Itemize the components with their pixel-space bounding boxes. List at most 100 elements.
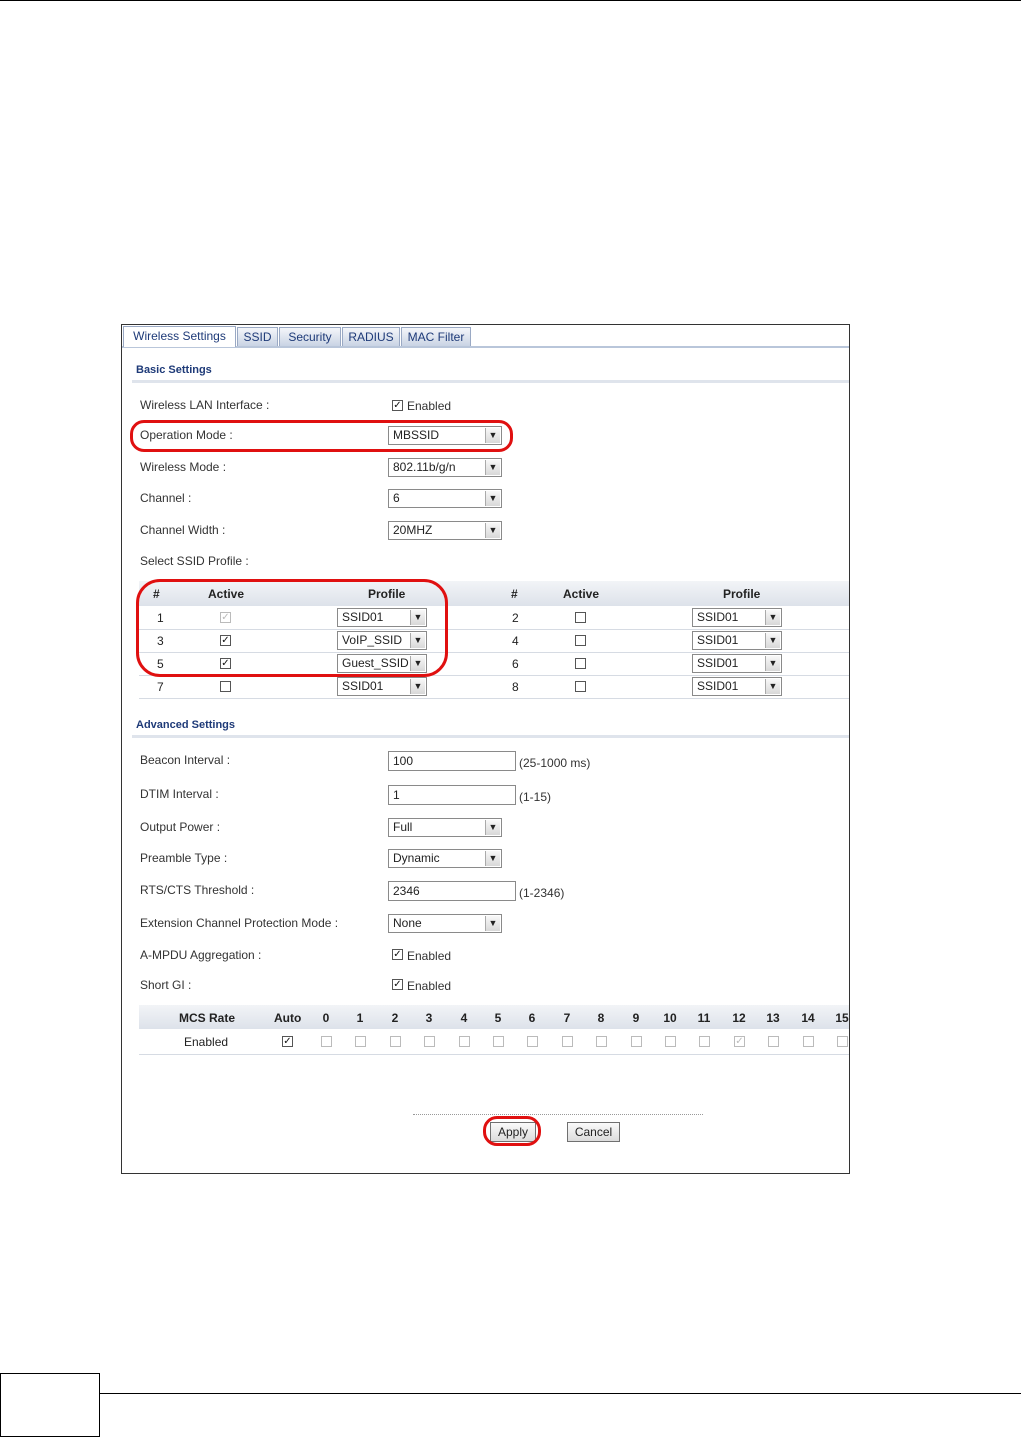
advanced-settings-title: Advanced Settings	[136, 719, 236, 731]
profile-value: SSID01	[697, 656, 739, 670]
mcs-col-header: 0	[322, 1011, 330, 1025]
mcs-col-checkbox[interactable]	[493, 1036, 504, 1047]
ampdu-label: A-MPDU Aggregation :	[140, 948, 262, 962]
mcs-col-header: 1	[356, 1011, 364, 1025]
channel-width-select[interactable]: 20MHZ ▼	[388, 521, 502, 540]
profile-select[interactable]: SSID01 ▼	[692, 654, 782, 673]
cancel-button[interactable]: Cancel	[567, 1122, 620, 1142]
mcs-col-checkbox[interactable]	[596, 1036, 607, 1047]
mcs-rate-header: MCS Rate	[179, 1011, 236, 1025]
wireless-mode-label: Wireless Mode :	[140, 460, 227, 474]
dtim-interval-label: DTIM Interval :	[140, 787, 219, 801]
mcs-col-header: 6	[528, 1011, 536, 1025]
apply-highlight	[483, 1116, 541, 1146]
preamble-type-value: Dynamic	[393, 851, 440, 865]
chevron-down-icon: ▼	[485, 851, 500, 866]
tab-wireless-settings[interactable]: Wireless Settings	[123, 326, 236, 347]
row-num: 8	[512, 680, 519, 694]
profile-select[interactable]: SSID01 ▼	[692, 608, 782, 627]
mcs-col-checkbox[interactable]	[562, 1036, 573, 1047]
beacon-interval-input[interactable]: 100	[388, 751, 516, 771]
active-checkbox[interactable]	[575, 635, 586, 646]
mcs-col-header: 5	[494, 1011, 502, 1025]
mcs-col-header: 10	[663, 1011, 677, 1025]
footer-rule	[100, 1393, 1021, 1394]
col-profile-right: Profile	[723, 587, 761, 601]
chevron-down-icon: ▼	[485, 820, 500, 835]
wlan-enabled-label: Enabled	[407, 399, 452, 413]
output-power-label: Output Power :	[140, 820, 221, 834]
preamble-type-label: Preamble Type :	[140, 851, 228, 865]
tab-security[interactable]: Security	[279, 327, 341, 346]
profile-value: SSID01	[697, 679, 739, 693]
mcs-col-checkbox[interactable]	[837, 1036, 848, 1047]
output-power-value: Full	[393, 820, 413, 834]
table-row: 7 SSID01 ▼ 8 SSID01 ▼	[139, 676, 849, 699]
wlan-enabled-checkbox[interactable]: ✓	[392, 400, 403, 411]
chevron-down-icon: ▼	[765, 656, 780, 671]
active-checkbox[interactable]	[575, 681, 586, 692]
mcs-col-checkbox[interactable]	[527, 1036, 538, 1047]
chevron-down-icon: ▼	[765, 633, 780, 648]
advanced-settings-divider	[132, 735, 849, 738]
ext-channel-protection-select[interactable]: None ▼	[388, 914, 502, 933]
channel-width-label: Channel Width :	[140, 523, 226, 537]
mcs-col-checkbox[interactable]	[321, 1036, 332, 1047]
ssid-profile-highlight	[136, 579, 448, 677]
row-num: 4	[512, 634, 519, 648]
mcs-col-checkbox[interactable]	[803, 1036, 814, 1047]
active-checkbox[interactable]	[575, 658, 586, 669]
ampdu-enabled-checkbox[interactable]: ✓	[392, 949, 403, 960]
mcs-col-checkbox[interactable]	[459, 1036, 470, 1047]
mcs-col-header: 7	[563, 1011, 571, 1025]
short-gi-enabled-label: Enabled	[407, 979, 452, 993]
mcs-col-header: 12	[732, 1011, 746, 1025]
mcs-col-checkbox[interactable]	[631, 1036, 642, 1047]
mcs-col-header: 8	[597, 1011, 605, 1025]
ext-channel-protection-value: None	[393, 916, 422, 930]
col-active-right: Active	[563, 587, 600, 601]
channel-value: 6	[393, 491, 400, 505]
mcs-col-checkbox[interactable]	[424, 1036, 435, 1047]
wireless-mode-select[interactable]: 802.11b/g/n ▼	[388, 458, 502, 477]
tab-mac-filter[interactable]: MAC Filter	[401, 327, 471, 346]
output-power-select[interactable]: Full ▼	[388, 818, 502, 837]
mcs-enabled-row: Enabled ✓ ✓	[139, 1030, 849, 1055]
mcs-auto-checkbox[interactable]: ✓	[282, 1036, 293, 1047]
profile-select[interactable]: SSID01 ▼	[692, 631, 782, 650]
chevron-down-icon: ▼	[485, 460, 500, 475]
mcs-col-checkbox[interactable]	[390, 1036, 401, 1047]
page-top-rule	[0, 0, 1021, 1]
mcs-col-checkbox[interactable]: ✓	[734, 1036, 745, 1047]
tab-radius[interactable]: RADIUS	[342, 327, 400, 346]
chevron-down-icon: ▼	[485, 491, 500, 506]
chevron-down-icon: ▼	[485, 523, 500, 538]
channel-label: Channel :	[140, 491, 192, 505]
tab-ssid[interactable]: SSID	[237, 327, 278, 346]
mcs-col-checkbox[interactable]	[665, 1036, 676, 1047]
mcs-col-checkbox[interactable]	[699, 1036, 710, 1047]
short-gi-enabled-checkbox[interactable]: ✓	[392, 979, 403, 990]
rts-cts-label: RTS/CTS Threshold :	[140, 883, 255, 897]
profile-select[interactable]: SSID01 ▼	[337, 677, 427, 696]
mcs-col-checkbox[interactable]	[355, 1036, 366, 1047]
channel-select[interactable]: 6 ▼	[388, 489, 502, 508]
mcs-col-header: 13	[766, 1011, 780, 1025]
preamble-type-select[interactable]: Dynamic ▼	[388, 849, 502, 868]
wlan-interface-label: Wireless LAN Interface :	[140, 398, 270, 412]
active-checkbox[interactable]	[220, 681, 231, 692]
page-number-box	[0, 1373, 100, 1437]
chevron-down-icon: ▼	[765, 610, 780, 625]
mcs-col-header: 9	[632, 1011, 640, 1025]
rts-cts-input[interactable]: 2346	[388, 881, 516, 901]
profile-value: SSID01	[342, 679, 384, 693]
button-divider	[413, 1114, 703, 1115]
tab-bar: Wireless Settings SSID Security RADIUS M…	[122, 325, 849, 348]
mcs-col-checkbox[interactable]	[768, 1036, 779, 1047]
short-gi-label: Short GI :	[140, 978, 192, 992]
select-ssid-profile-label: Select SSID Profile :	[140, 554, 249, 568]
row-num: 6	[512, 657, 519, 671]
profile-select[interactable]: SSID01 ▼	[692, 677, 782, 696]
active-checkbox[interactable]	[575, 612, 586, 623]
dtim-interval-input[interactable]: 1	[388, 785, 516, 805]
